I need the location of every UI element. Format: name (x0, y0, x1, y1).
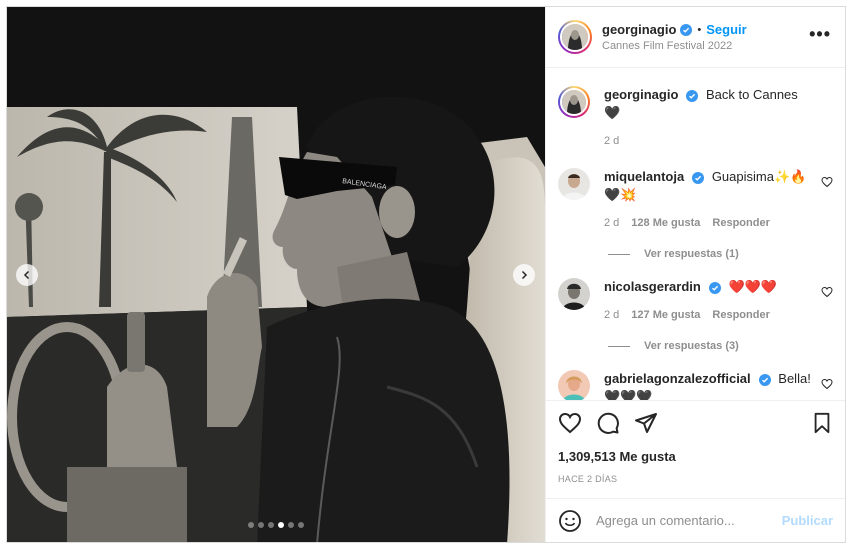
view-replies-label: Ver respuestas (3) (644, 340, 739, 352)
previous-photo-button[interactable] (16, 264, 38, 286)
comment-time: 2 d (604, 309, 620, 321)
comment-like-icon[interactable] (821, 378, 833, 390)
comment-item: nicolasgerardin ❤️❤️❤️ 2 d 127 Me gusta … (558, 278, 833, 324)
commenter-avatar[interactable] (558, 370, 590, 400)
carousel-dot (288, 522, 294, 528)
photo-image: BALENCIAGA (7, 7, 545, 542)
comment-like-icon[interactable] (821, 286, 833, 298)
comment-likes[interactable]: 127 Me gusta (631, 306, 700, 324)
post-photo: BALENCIAGA (7, 7, 545, 542)
carousel-dot (258, 522, 264, 528)
caption-username[interactable]: georginagio (604, 87, 678, 102)
post-actions: 1,309,513 Me gusta HACE 2 DÍAS (546, 400, 845, 484)
verified-badge-icon (686, 89, 699, 102)
comment-username[interactable]: nicolasgerardin (604, 279, 701, 294)
reply-button[interactable]: Responder (712, 306, 769, 324)
heart-icon[interactable] (558, 411, 582, 435)
verified-badge-icon (708, 281, 721, 294)
author-avatar-image (562, 24, 588, 50)
caption-avatar[interactable] (558, 86, 590, 118)
emoji-icon[interactable] (558, 509, 582, 533)
carousel-dot (268, 522, 274, 528)
author-avatar[interactable] (558, 20, 592, 54)
more-options-button[interactable]: ••• (809, 24, 831, 45)
caption: georginagio Back to Cannes 🖤 2 d (558, 86, 833, 150)
commenter-avatar[interactable] (558, 278, 590, 310)
post-timestamp: HACE 2 DÍAS (558, 474, 618, 484)
more-options-icon: ••• (809, 23, 831, 44)
view-replies-label: Ver respuestas (1) (644, 248, 739, 260)
add-comment-bar: Publicar (546, 498, 845, 542)
view-replies-button[interactable]: Ver respuestas (3) (608, 340, 833, 352)
follow-button[interactable]: Seguir (706, 22, 746, 37)
comment-item: gabrielagonzalezofficial Bella! 🖤🖤🖤 (558, 370, 833, 400)
caption-time: 2 d (604, 135, 620, 147)
carousel-dot (278, 522, 284, 528)
post-details-panel: georginagio • Seguir Cannes Film Festiva… (545, 7, 845, 542)
comment-text: ❤️❤️❤️ (728, 279, 777, 294)
instagram-post: BALENCIAGA georginagio • Seguir Cannes F… (6, 6, 846, 543)
next-photo-button[interactable] (513, 264, 535, 286)
replies-divider (608, 345, 630, 347)
verified-badge-icon (692, 171, 705, 184)
commenter-avatar-image (558, 168, 590, 200)
post-location[interactable]: Cannes Film Festival 2022 (602, 40, 809, 52)
separator-dot: • (697, 23, 702, 36)
carousel-indicator (7, 522, 545, 528)
caption-avatar-image (562, 90, 586, 114)
comment-likes[interactable]: 128 Me gusta (631, 214, 700, 232)
carousel-dot (298, 522, 304, 528)
author-username[interactable]: georginagio (602, 22, 676, 37)
replies-divider (608, 253, 630, 255)
chevron-left-icon (23, 270, 30, 280)
publish-button[interactable]: Publicar (782, 513, 833, 528)
commenter-avatar-image (558, 278, 590, 310)
comments-list[interactable]: georginagio Back to Cannes 🖤 2 d miquela… (546, 68, 845, 400)
reply-button[interactable]: Responder (712, 214, 769, 232)
bookmark-icon[interactable] (811, 412, 833, 434)
verified-badge-icon (758, 373, 771, 386)
comment-username[interactable]: miquelantoja (604, 169, 684, 184)
verified-badge-icon (680, 23, 693, 36)
commenter-avatar-image (558, 370, 590, 400)
send-icon[interactable] (634, 411, 658, 435)
comment-time: 2 d (604, 217, 620, 229)
comment-icon[interactable] (596, 411, 620, 435)
view-replies-button[interactable]: Ver respuestas (1) (608, 248, 833, 260)
chevron-right-icon (521, 270, 528, 280)
comment-username[interactable]: gabrielagonzalezofficial (604, 371, 751, 386)
comment-item: miquelantoja Guapisima✨🔥🖤💥 2 d 128 Me gu… (558, 168, 833, 232)
likes-count[interactable]: 1,309,513 Me gusta (558, 449, 833, 464)
comment-input[interactable] (596, 513, 782, 528)
post-header: georginagio • Seguir Cannes Film Festiva… (546, 7, 845, 68)
commenter-avatar[interactable] (558, 168, 590, 200)
carousel-dot (248, 522, 254, 528)
comment-like-icon[interactable] (821, 176, 833, 188)
